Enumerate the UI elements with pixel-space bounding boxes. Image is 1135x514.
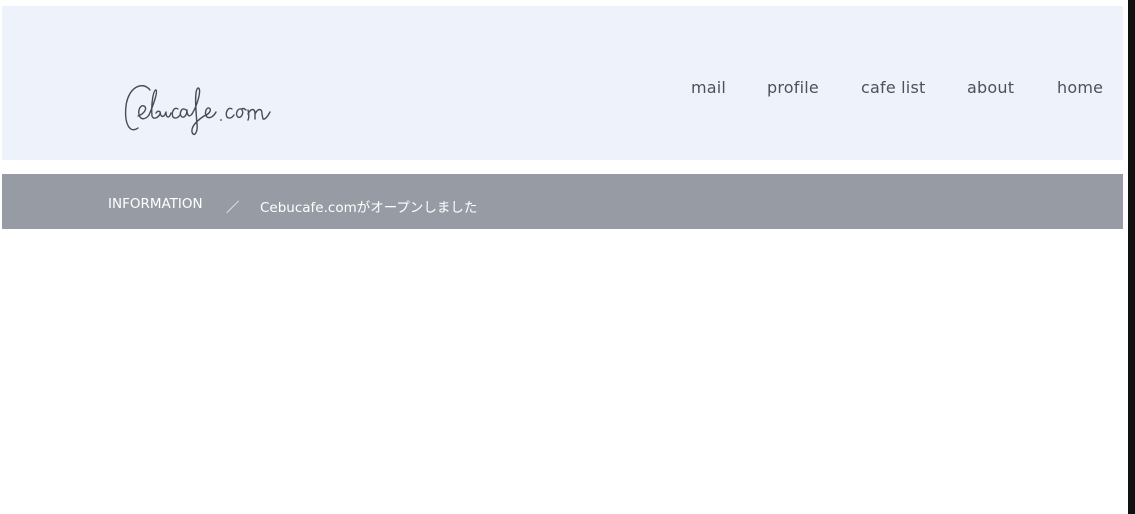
- window-edge: [1128, 0, 1135, 514]
- nav-item-mail[interactable]: mail: [691, 78, 726, 97]
- nav-item-cafe-list[interactable]: cafe list: [861, 78, 925, 97]
- breadcrumb-current: Cebucafe.comがオープンしました: [260, 200, 478, 216]
- site-header: mail profile cafe list about home: [2, 6, 1123, 160]
- nav-item-profile[interactable]: profile: [767, 78, 819, 97]
- nav-item-home[interactable]: home: [1057, 78, 1103, 97]
- nav-item-about[interactable]: about: [967, 78, 1014, 97]
- breadcrumb-section-link[interactable]: INFORMATION: [108, 196, 203, 212]
- breadcrumb: INFORMATION ／ Cebucafe.comがオープンしました: [2, 174, 1123, 229]
- breadcrumb-separator: ／: [226, 200, 240, 216]
- page-frame: mail profile cafe list about home INFORM…: [0, 0, 1135, 514]
- main-nav: mail profile cafe list about home: [2, 78, 1123, 100]
